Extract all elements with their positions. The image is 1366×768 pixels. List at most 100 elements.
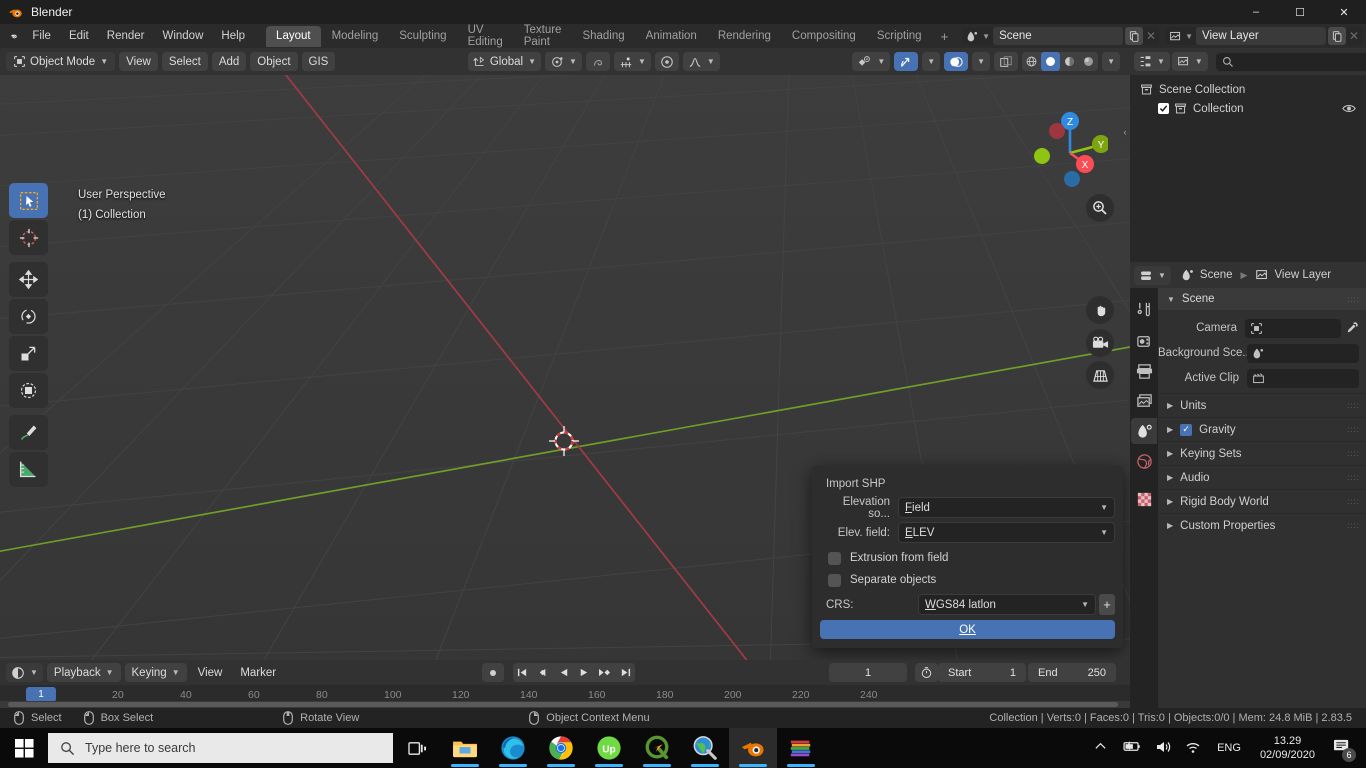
viewport-menu-select[interactable]: Select	[161, 52, 208, 71]
outliner-type-chevron-down-icon[interactable]: ▼	[1157, 57, 1165, 66]
transform-orientation-button[interactable]: Global ▼	[467, 52, 542, 71]
visibility-selectability-button[interactable]: ▼	[852, 52, 891, 71]
orientation-chevron-down-icon[interactable]: ▼	[528, 57, 536, 66]
workspace-tab-animation[interactable]: Animation	[636, 26, 707, 47]
outliner-tree[interactable]: Scene Collection Collection	[1130, 75, 1366, 262]
popup-dropdown-0[interactable]: Field ▼	[898, 497, 1115, 518]
timeline-type-chevron-down-icon[interactable]: ▼	[30, 668, 38, 677]
property-field-2[interactable]	[1247, 368, 1359, 388]
start-frame-field[interactable]: Start 1	[938, 663, 1027, 682]
properties-type-chevron-down-icon[interactable]: ▼	[1158, 271, 1166, 280]
crs-dropdown[interactable]: WGS84 latlon ▼	[918, 594, 1096, 615]
overlay-chevron-down-icon[interactable]: ▼	[977, 57, 985, 66]
taskbar-app-winrar[interactable]	[777, 728, 825, 768]
remove-view-layer-button[interactable]: ✕	[1346, 29, 1362, 43]
menu-help[interactable]: Help	[212, 27, 254, 45]
tab-scene[interactable]	[1131, 418, 1157, 444]
timeline-menu-playback[interactable]: Playback ▼	[46, 663, 121, 682]
view-layer-chevron-down-icon[interactable]: ▼	[1185, 32, 1193, 41]
volume-icon[interactable]	[1155, 740, 1171, 757]
viewport-menu-object[interactable]: Object	[250, 52, 298, 71]
workspace-tab-compositing[interactable]: Compositing	[782, 26, 866, 47]
blender-menu-logo-icon[interactable]	[10, 27, 17, 45]
navigation-gizmo[interactable]: Z Y X	[1024, 105, 1108, 189]
workspace-tab-modeling[interactable]: Modeling	[322, 26, 389, 47]
wireframe-shading-button[interactable]	[1022, 52, 1041, 71]
shading-options-button[interactable]: ▼	[1102, 52, 1120, 71]
tab-render[interactable]	[1131, 328, 1157, 354]
end-frame-field[interactable]: End 250	[1028, 663, 1117, 682]
show-hidden-icons-button[interactable]	[1094, 740, 1107, 756]
toggle-orthographic-button[interactable]	[1086, 361, 1114, 389]
add-crs-button[interactable]: +	[1099, 594, 1115, 615]
workspace-tab-rendering[interactable]: Rendering	[708, 26, 781, 47]
taskbar-search-box[interactable]: Type here to search	[48, 733, 393, 763]
popup-checkbox-1[interactable]	[828, 573, 841, 587]
maximize-button[interactable]: ☐	[1278, 0, 1322, 24]
taskbar-app-file-explorer[interactable]	[441, 728, 489, 768]
workspace-tab-shading[interactable]: Shading	[572, 26, 634, 47]
tool-measure[interactable]	[9, 452, 48, 487]
gizmo-options-button[interactable]: ▼	[922, 52, 941, 71]
playhead[interactable]: 1	[26, 687, 56, 702]
notifications-button[interactable]: 6	[1333, 738, 1356, 762]
subpanel-expand-triangle-icon-0[interactable]: ▶	[1167, 401, 1173, 410]
editor-type-button[interactable]: Object Mode ▼	[6, 52, 116, 71]
scrollbar-thumb[interactable]	[8, 702, 1118, 707]
timeline-menu-keying[interactable]: Keying ▼	[124, 663, 187, 682]
menu-window[interactable]: Window	[153, 27, 212, 45]
minimize-button[interactable]: –	[1234, 0, 1278, 24]
display-mode-chevron-down-icon[interactable]: ▼	[1195, 57, 1203, 66]
outliner-checkbox-1[interactable]	[1158, 103, 1169, 114]
close-button[interactable]: ✕	[1322, 0, 1366, 24]
tab-world[interactable]	[1131, 448, 1157, 474]
popup-dropdown-1[interactable]: ELEV ▼	[898, 522, 1115, 543]
play-button[interactable]	[573, 663, 593, 682]
proportional-chevron-down-icon[interactable]: ▼	[638, 57, 646, 66]
show-overlays-button[interactable]	[944, 52, 969, 71]
taskbar-app-blender[interactable]	[729, 728, 777, 768]
solid-shading-button[interactable]	[1041, 52, 1061, 71]
outliner-row-1[interactable]: Collection	[1130, 99, 1366, 118]
popup-checkbox-row-1[interactable]: Separate objects	[820, 569, 1115, 591]
next-keyframe-button[interactable]	[592, 663, 616, 682]
wifi-icon[interactable]	[1185, 740, 1201, 757]
tab-texture[interactable]	[1131, 486, 1157, 512]
language-indicator[interactable]: ENG	[1217, 742, 1241, 754]
tool-scale[interactable]	[9, 336, 48, 371]
tab-output[interactable]	[1131, 358, 1157, 384]
timeline-menu-view[interactable]: View	[191, 663, 230, 682]
gizmo-chevron-down-icon[interactable]: ▼	[927, 57, 935, 66]
pivot-chevron-down-icon[interactable]: ▼	[569, 57, 577, 66]
taskbar-app-google-chrome[interactable]	[537, 728, 585, 768]
viewport-menu-gis[interactable]: GIS	[301, 52, 336, 71]
subpanel-units[interactable]: ▶ Units::::	[1158, 393, 1366, 417]
subpanel-gravity[interactable]: ▶ ✓ Gravity::::	[1158, 417, 1366, 441]
sidebar-toggle[interactable]: ‹	[1120, 119, 1130, 145]
use-preview-range-button[interactable]	[915, 663, 939, 682]
menu-edit[interactable]: Edit	[60, 27, 98, 45]
rendered-shading-button[interactable]	[1079, 52, 1098, 71]
show-gizmo-button[interactable]	[894, 52, 919, 71]
workspace-tab-layout[interactable]: Layout	[266, 25, 321, 47]
tool-tweak[interactable]	[9, 183, 48, 218]
play-reverse-button[interactable]	[554, 663, 574, 682]
jump-to-end-button[interactable]	[615, 663, 635, 682]
material-preview-shading-button[interactable]	[1060, 52, 1079, 71]
shading-chevron-down-icon[interactable]: ▼	[1107, 57, 1115, 66]
pivot-point-button[interactable]: ▼	[545, 52, 582, 71]
new-view-layer-button[interactable]	[1328, 27, 1346, 45]
scene-chevron-down-icon[interactable]: ▼	[982, 32, 990, 41]
scene-selector[interactable]: ▼ Scene ✕	[962, 27, 1160, 45]
falloff-type-button[interactable]: ▼	[682, 52, 720, 71]
task-view-button[interactable]	[393, 728, 441, 768]
subpanel-checkbox-1[interactable]: ✓	[1180, 423, 1193, 436]
jump-to-start-button[interactable]	[512, 663, 532, 682]
popup-checkbox-row-0[interactable]: Extrusion from field	[820, 547, 1115, 569]
subpanel-keying-sets[interactable]: ▶ Keying Sets::::	[1158, 441, 1366, 465]
subpanel-expand-triangle-icon-2[interactable]: ▶	[1167, 449, 1173, 458]
falloff-chevron-down-icon[interactable]: ▼	[707, 57, 715, 66]
viewport-menu-add[interactable]: Add	[211, 52, 247, 71]
taskbar-app-microsoft-edge[interactable]	[489, 728, 537, 768]
timeline-editor-type-button[interactable]: ▼	[6, 663, 43, 682]
